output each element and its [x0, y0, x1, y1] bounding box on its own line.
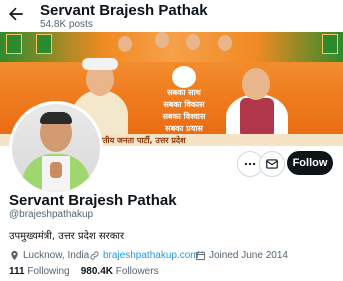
follow-button[interactable]: Follow — [287, 151, 333, 175]
following-label: Following — [27, 266, 70, 277]
location-icon — [11, 250, 18, 260]
header-title: Servant Brajesh Pathak — [40, 2, 208, 19]
joined-item: Joined June 2014 — [195, 248, 288, 262]
leader-head-right — [242, 68, 270, 100]
followers-label: Followers — [115, 266, 159, 277]
leader-hair-left — [82, 58, 118, 70]
avatar-hair — [40, 112, 72, 124]
banner-footer-text: भारतीय जनता पार्टी, उत्तर प्रदेश — [92, 136, 186, 145]
message-icon — [266, 159, 278, 169]
flag-icon — [322, 34, 338, 54]
followers-link[interactable]: 980.4K Followers — [81, 266, 159, 277]
flag-icon — [36, 34, 52, 54]
leader-vest-right — [240, 98, 274, 138]
followers-count: 980.4K — [80, 266, 113, 277]
top-bar: Servant Brajesh Pathak 54.8K posts — [0, 0, 343, 32]
follow-stats: 111 Following 980.4K Followers — [9, 266, 159, 277]
leader-portrait — [218, 35, 232, 51]
more-icon — [244, 162, 256, 166]
website-link[interactable]: brajeshpathakup.com — [89, 248, 199, 262]
joined-text: Joined June 2014 — [209, 249, 288, 261]
profile-bio: उपमुख्यमंत्री, उत्तर प्रदेश सरकार — [9, 231, 125, 242]
leader-portrait — [118, 36, 132, 52]
slogan-line: सबका साथ — [167, 88, 201, 97]
party-logo — [172, 66, 196, 88]
leader-portrait — [155, 32, 169, 48]
leader-portrait — [186, 34, 200, 50]
following-count: 111 — [9, 266, 25, 277]
post-count: 54.8K posts — [40, 19, 93, 30]
profile-handle: @brajeshpathakup — [9, 209, 94, 220]
link-icon — [90, 250, 99, 260]
flag-icon — [6, 34, 22, 54]
website-text[interactable]: brajeshpathakup.com — [103, 250, 199, 261]
avatar-photo — [12, 104, 100, 192]
back-arrow-icon[interactable] — [6, 4, 26, 24]
calendar-icon — [195, 250, 206, 260]
slogan-line: सबका विकास — [163, 100, 205, 109]
message-button[interactable] — [259, 151, 285, 177]
location-item: Lucknow, India — [9, 248, 89, 262]
following-link[interactable]: 111 Following — [9, 266, 70, 277]
avatar-hands — [50, 162, 62, 178]
slogan-line: सबका विश्वास — [162, 112, 206, 121]
profile-name: Servant Brajesh Pathak — [9, 192, 177, 209]
location-text: Lucknow, India — [23, 249, 90, 261]
avatar[interactable] — [9, 101, 103, 195]
